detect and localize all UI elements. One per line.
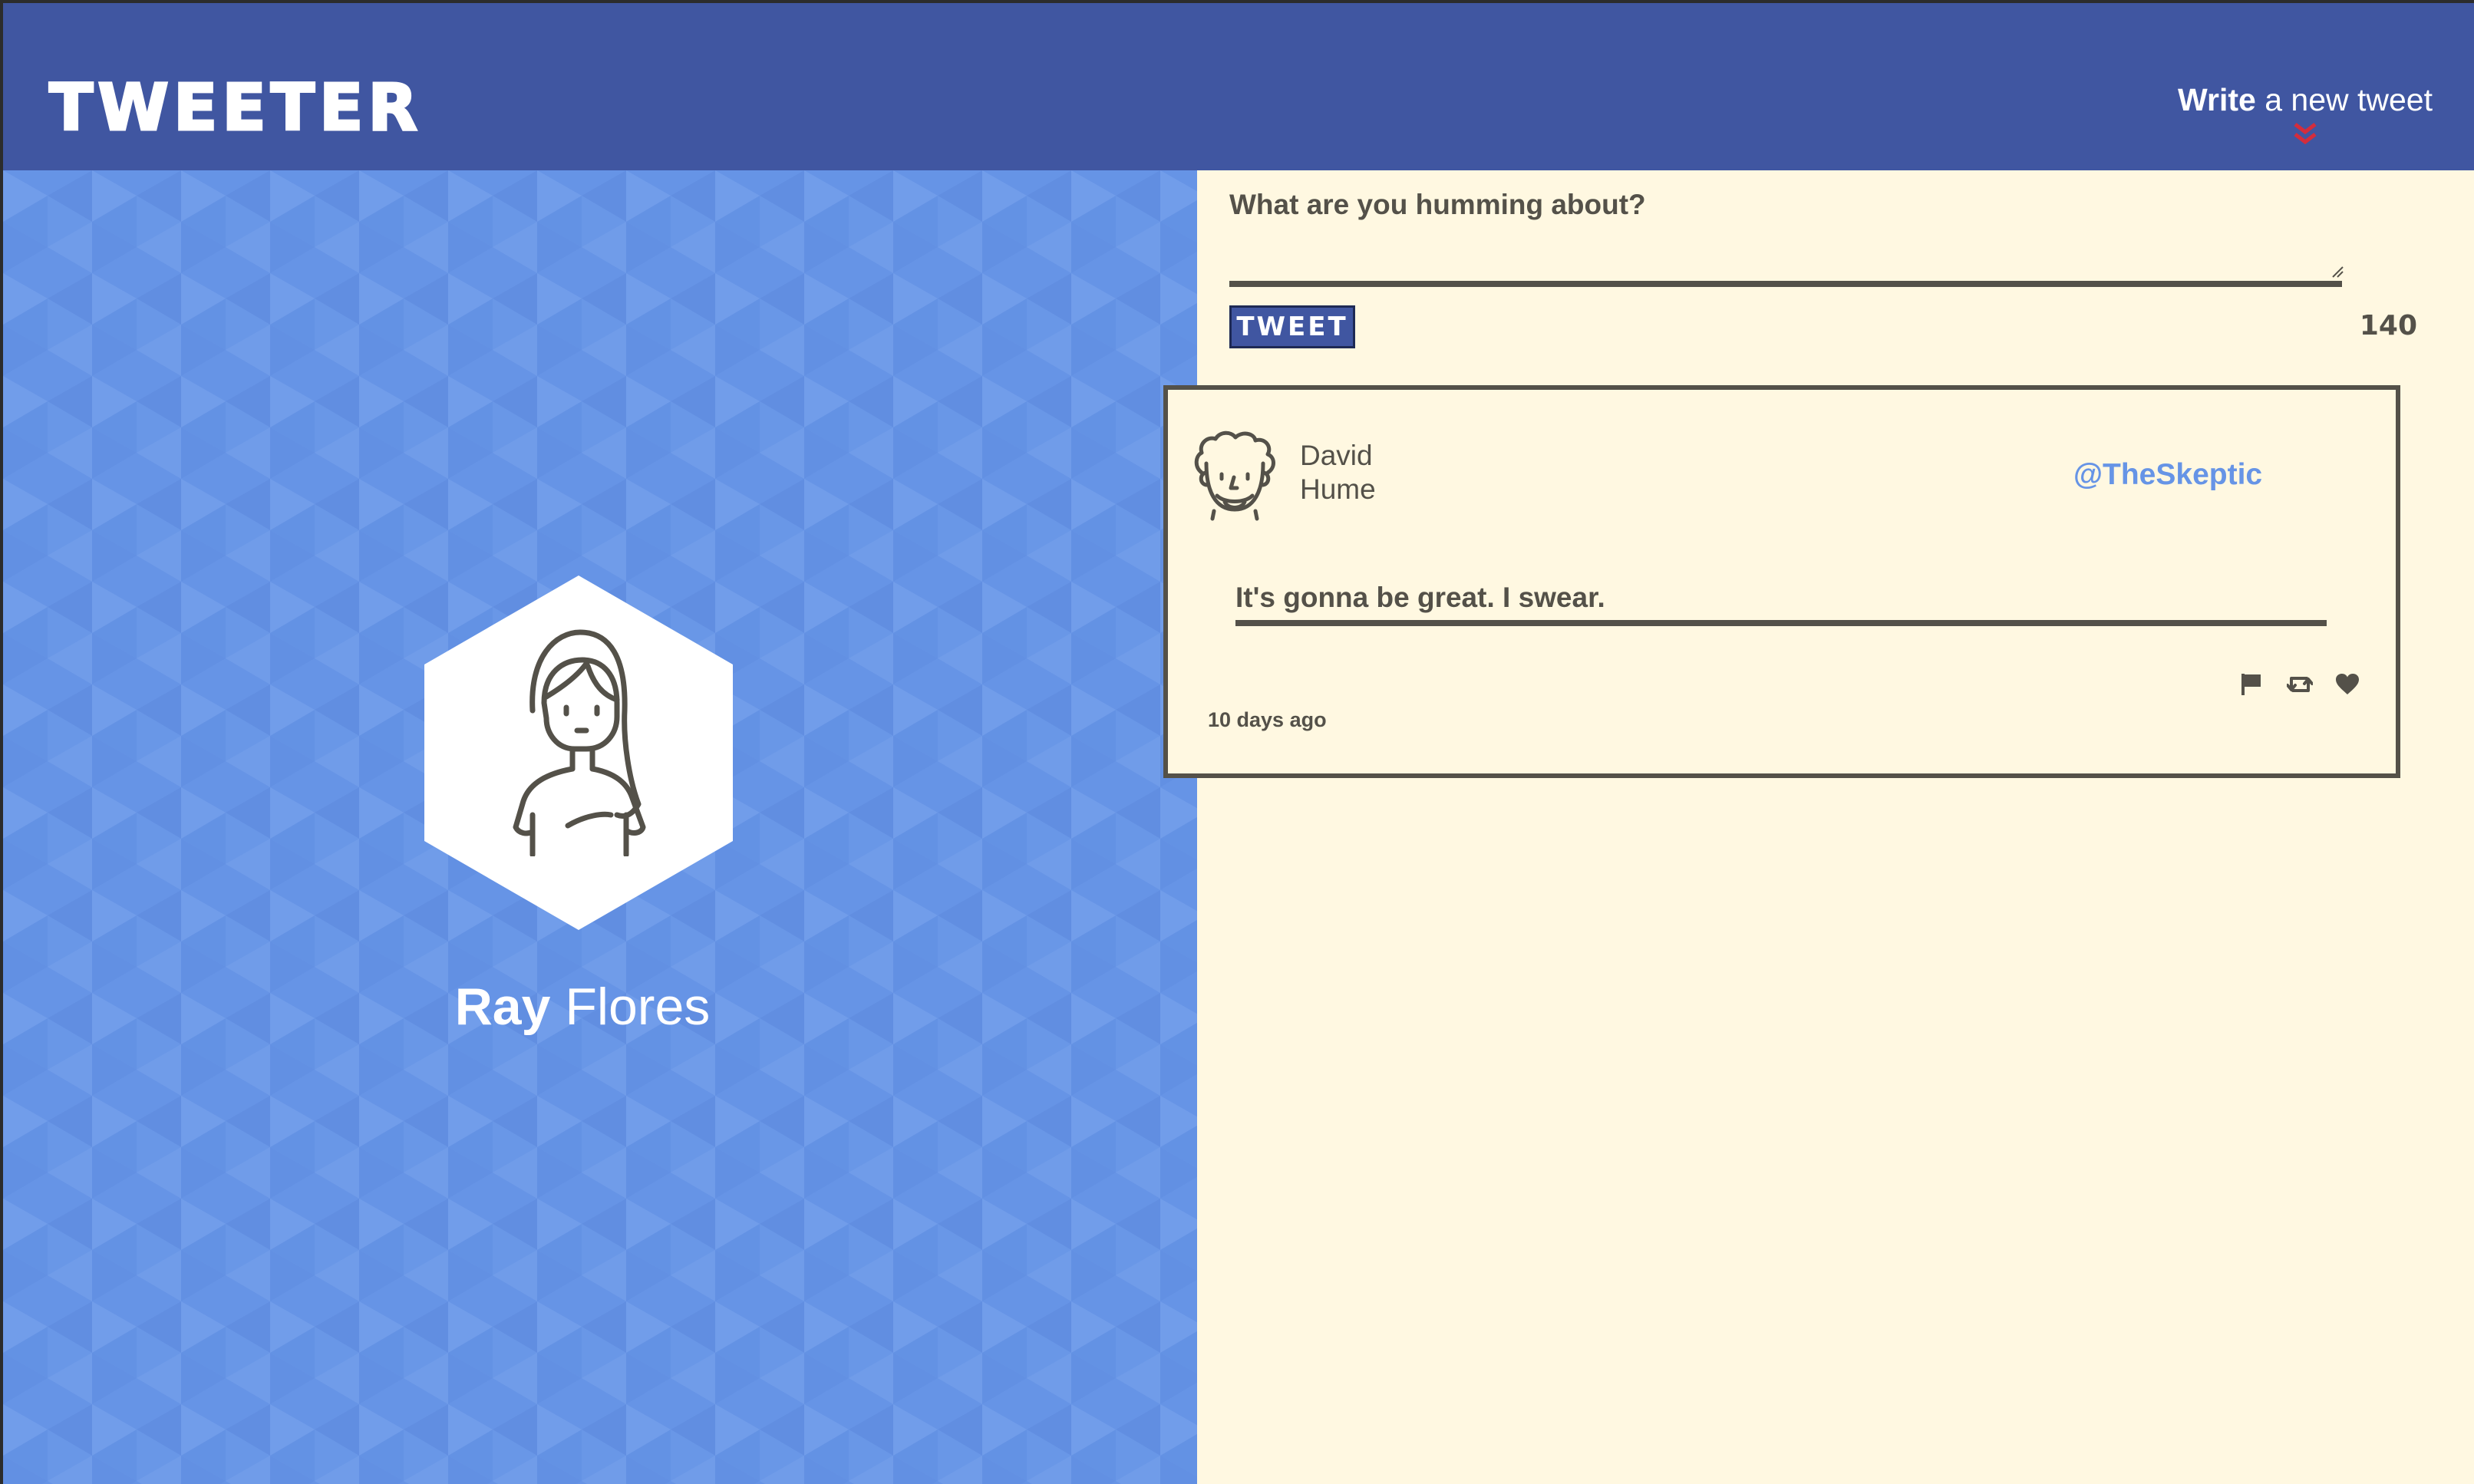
- philosopher-avatar-icon: [1194, 430, 1275, 521]
- user-avatar-icon: [513, 629, 646, 856]
- main-feed: What are you humming about? TWEET 140: [1197, 170, 2474, 1484]
- tweet-author-handle[interactable]: @TheSkeptic: [2073, 456, 2262, 494]
- tweet-card: David Hume @TheSkeptic It's gonna be gre…: [1163, 385, 2400, 778]
- double-chevron-down-icon[interactable]: [2292, 121, 2318, 147]
- app-window: TWEETER Write a new tweet Ray Flores Wha…: [3, 3, 2474, 1484]
- flag-icon[interactable]: [2239, 672, 2264, 697]
- write-new-tweet-toggle[interactable]: Write a new tweet: [2178, 77, 2433, 147]
- tweet-compose-input[interactable]: [1229, 236, 2342, 287]
- tweet-author-last: Hume: [1300, 473, 1376, 505]
- write-new-tweet-rest: a new tweet: [2255, 82, 2433, 117]
- tweet-author-first: David: [1300, 440, 1373, 471]
- heart-icon[interactable]: [2334, 672, 2360, 697]
- write-new-tweet-bold: Write: [2178, 82, 2256, 117]
- profile-last-name: Flores: [550, 978, 711, 1036]
- character-counter: 140: [2359, 310, 2417, 341]
- retweet-icon[interactable]: [2287, 672, 2313, 697]
- textarea-resize-handle[interactable]: [2331, 265, 2344, 278]
- tweet-timestamp: 10 days ago: [1208, 708, 1327, 731]
- tweet-author-name[interactable]: David Hume: [1300, 439, 1453, 506]
- tweet-content: It's gonna be great. I swear.: [1235, 579, 2327, 626]
- tweet-submit-button[interactable]: TWEET: [1229, 305, 1355, 348]
- profile-first-name: Ray: [454, 978, 551, 1036]
- compose-label: What are you humming about?: [1229, 189, 1646, 220]
- profile-name: Ray Flores: [3, 972, 1162, 1041]
- top-nav: TWEETER Write a new tweet: [3, 3, 2474, 170]
- app-logo[interactable]: TWEETER: [48, 69, 422, 147]
- profile-panel: Ray Flores: [3, 170, 1197, 1484]
- profile-avatar-frame: [424, 575, 733, 930]
- write-new-tweet-label[interactable]: Write a new tweet: [2178, 77, 2433, 123]
